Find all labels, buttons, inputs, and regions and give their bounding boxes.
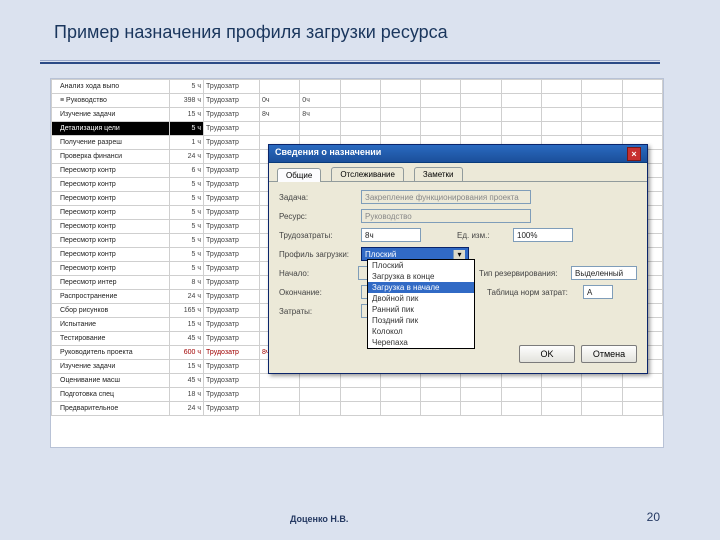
tab-general[interactable]: Общие — [277, 168, 321, 182]
booking-field[interactable] — [571, 266, 637, 280]
task-field — [361, 190, 531, 204]
profile-option[interactable]: Колокол — [368, 326, 474, 337]
label-resource: Ресурс: — [279, 212, 355, 221]
label-end: Окончание: — [279, 288, 355, 297]
table-row[interactable]: Предварительное24 чТрудозатр — [52, 402, 663, 416]
chevron-down-icon[interactable]: ▾ — [453, 250, 465, 259]
label-profile: Профиль загрузки: — [279, 250, 355, 259]
close-icon[interactable]: × — [627, 147, 641, 161]
units-field[interactable] — [513, 228, 573, 242]
profile-option[interactable]: Двойной пик — [368, 293, 474, 304]
label-work: Трудозатраты: — [279, 231, 355, 240]
profile-option[interactable]: Ранний пик — [368, 304, 474, 315]
dialog-tabs: Общие Отслеживание Заметки — [269, 163, 647, 182]
title-underline — [40, 60, 660, 64]
label-start: Начало: — [279, 269, 352, 278]
costtable-field[interactable] — [583, 285, 613, 299]
ok-button[interactable]: OK — [519, 345, 575, 363]
table-row[interactable]: ≡ Руководство398 чТрудозатр0ч0ч — [52, 94, 663, 108]
label-cost: Затраты: — [279, 307, 355, 316]
label-units: Ед. изм.: — [457, 231, 507, 240]
profile-option[interactable]: Плоский — [368, 260, 474, 271]
dialog-form: Задача: Ресурс: Трудозатраты: Ед. изм.: … — [269, 182, 647, 331]
label-costtable: Таблица норм затрат: — [487, 288, 577, 297]
tab-notes[interactable]: Заметки — [414, 167, 463, 181]
tab-tracking[interactable]: Отслеживание — [331, 167, 404, 181]
label-task: Задача: — [279, 193, 355, 202]
resource-field — [361, 209, 531, 223]
table-row[interactable]: Оценивание масш45 чТрудозатр — [52, 374, 663, 388]
profile-dropdown[interactable]: ПлоскийЗагрузка в концеЗагрузка в начале… — [367, 259, 475, 349]
table-row[interactable]: Изучение задачи15 чТрудозатр8ч8ч — [52, 108, 663, 122]
dialog-title-text: Сведения о назначении — [275, 147, 381, 160]
dialog-titlebar[interactable]: Сведения о назначении × — [269, 145, 647, 163]
footer-author: Доценко Н.В. — [290, 514, 348, 524]
table-row[interactable]: Анализ хода выпо5 чТрудозатр — [52, 80, 663, 94]
profile-option[interactable]: Поздний пик — [368, 315, 474, 326]
cancel-button[interactable]: Отмена — [581, 345, 637, 363]
profile-option[interactable]: Черепаха — [368, 337, 474, 348]
work-field[interactable] — [361, 228, 421, 242]
footer-page: 20 — [647, 510, 660, 524]
table-row[interactable]: Подготовка спец18 чТрудозатр — [52, 388, 663, 402]
assignment-info-dialog: Сведения о назначении × Общие Отслеживан… — [268, 144, 648, 374]
profile-option[interactable]: Загрузка в начале — [368, 282, 474, 293]
profile-option[interactable]: Загрузка в конце — [368, 271, 474, 282]
slide-title: Пример назначения профиля загрузки ресур… — [54, 22, 448, 43]
table-row[interactable]: Детализация цели5 чТрудозатр — [52, 122, 663, 136]
label-booking: Тип резервирования: — [479, 269, 565, 278]
